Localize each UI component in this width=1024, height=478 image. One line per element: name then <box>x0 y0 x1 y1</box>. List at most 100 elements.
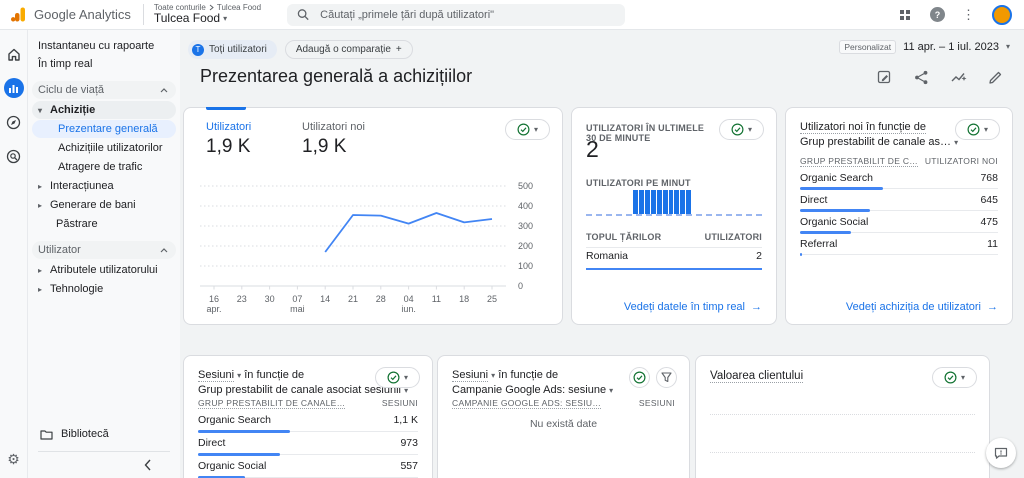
google-analytics-logo[interactable]: Google Analytics <box>0 6 131 23</box>
help-icon[interactable]: ? <box>930 7 945 22</box>
realtime-user-count: 2 <box>586 136 599 162</box>
minute-slot <box>686 190 691 214</box>
row-label: Direct <box>800 194 828 206</box>
sidebar-item-label: Păstrare <box>56 218 98 230</box>
minute-slot <box>704 190 709 214</box>
table-row[interactable]: Referral 11 <box>800 236 998 258</box>
minute-slot <box>739 190 744 214</box>
explore-icon[interactable] <box>4 112 24 132</box>
apps-grid-icon[interactable] <box>897 7 913 23</box>
sidebar-item-realtime[interactable]: În timp real <box>28 55 180 73</box>
sidebar-item-library[interactable]: Bibliotecă <box>28 424 180 444</box>
edit-icon[interactable] <box>988 70 1004 86</box>
advertising-icon[interactable] <box>4 146 24 166</box>
metric-tab-new-users[interactable]: Utilizatori noi 1,9 K <box>302 121 365 158</box>
chevron-left-icon <box>144 459 151 471</box>
row-value: 475 <box>980 216 998 228</box>
minute-slot <box>587 190 592 214</box>
sidebar-item-user-attributes[interactable]: ▸ Atributele utilizatorului <box>32 261 176 279</box>
property-selector[interactable]: Tulcea Food ▾ <box>154 12 261 25</box>
table-row[interactable]: Romania 2 <box>586 250 762 270</box>
avatar[interactable] <box>992 4 1012 25</box>
users-per-minute-chart <box>586 190 762 216</box>
account-switcher[interactable]: Toate conturile Tulcea Food Tulcea Food … <box>142 3 261 26</box>
column-header: UTILIZATORI NOI <box>924 156 998 166</box>
page-title: Prezentarea generală a achizițiilor <box>200 66 473 86</box>
title-metric[interactable]: Sesiuni ▾ în funcție de <box>452 368 613 383</box>
minute-slot <box>622 190 627 214</box>
feedback-button[interactable] <box>986 438 1016 468</box>
row-bar <box>800 253 802 256</box>
search-icon <box>297 9 309 21</box>
search-input[interactable] <box>318 7 616 22</box>
table-row[interactable]: Organic Social 557 <box>198 458 418 478</box>
data-quality-dropdown[interactable]: ▾ <box>505 119 550 140</box>
sidebar-item-traffic-acquisition[interactable]: Atragere de trafic <box>32 158 176 176</box>
minute-slot <box>692 190 697 214</box>
caret-down-icon: ▾ <box>747 124 752 134</box>
tick-month: mai <box>290 304 305 315</box>
data-quality-button[interactable] <box>629 367 650 388</box>
title-metric[interactable]: Valoarea clientului <box>710 370 804 383</box>
title-dimension[interactable]: Campanie Google Ads: sesiune ▾ <box>452 383 613 398</box>
users-per-minute-label: UTILIZATORI PE MINUT <box>586 178 691 188</box>
collapse-sidebar-button[interactable] <box>144 459 152 474</box>
sidebar-item-overview[interactable]: Prezentare generală <box>32 120 176 138</box>
data-quality-dropdown[interactable]: ▾ <box>719 119 764 140</box>
sidebar-item-monetization[interactable]: ▸ Generare de bani <box>32 196 176 214</box>
table-row[interactable]: Organic Search 768 <box>800 170 998 192</box>
title-metric[interactable]: Utilizatori noi în funcție de <box>800 121 926 134</box>
topbar-actions: ? ⋮ <box>897 4 1024 25</box>
sidebar-section-user[interactable]: Utilizator <box>32 241 176 259</box>
sidebar-item-label: Instantaneu cu rapoarte <box>38 40 155 52</box>
filter-button[interactable] <box>656 367 677 388</box>
tick-day: 07 <box>292 294 303 304</box>
table-row[interactable]: Organic Social 475 <box>800 214 998 236</box>
sidebar-item-label: Tehnologie <box>50 283 104 295</box>
search-bar[interactable] <box>287 3 626 26</box>
all-users-chip[interactable]: T Toți utilizatori <box>188 40 277 59</box>
sidebar-nav: Instantaneu cu rapoarte În timp real Cic… <box>28 30 180 478</box>
x-tick-label: 11 <box>432 294 441 304</box>
sidebar-section-lifecycle[interactable]: Ciclu de viață <box>32 81 176 99</box>
more-menu-icon[interactable]: ⋮ <box>962 8 975 21</box>
customize-report-icon[interactable] <box>877 70 893 86</box>
sidebar-item-engagement[interactable]: ▸ Interacțiunea <box>32 177 176 195</box>
metric-tab-users[interactable]: Utilizatori 1,9 K <box>206 121 251 158</box>
view-user-acquisition-link[interactable]: Vedeți achiziția de utilizatori → <box>846 301 998 313</box>
channel-table: Organic Search 1,1 K Direct 973 Organic Soci… <box>198 412 418 478</box>
caret-right-icon: ▸ <box>37 200 42 210</box>
data-quality-dropdown[interactable]: ▾ <box>375 367 420 388</box>
title-dimension[interactable]: Grup prestabilit de canale asociat sesiu… <box>198 383 408 398</box>
tick-day: 16 <box>208 294 220 304</box>
row-value: 557 <box>400 460 418 472</box>
customer-value-card: Valoarea clientului ▾ <box>695 355 990 478</box>
sidebar-item-acquisition[interactable]: ▾ Achiziție <box>32 101 176 119</box>
title-dimension[interactable]: Grup prestabilit de canale as… ▾ <box>800 135 958 150</box>
table-row[interactable]: Direct 973 <box>198 435 418 458</box>
date-range-selector[interactable]: Personalizat 11 apr. – 1 iul. 2023 ▾ <box>839 40 1010 54</box>
home-icon[interactable] <box>4 44 24 64</box>
share-icon[interactable] <box>914 70 930 86</box>
insights-icon[interactable] <box>951 70 967 86</box>
data-quality-dropdown[interactable]: ▾ <box>932 367 977 388</box>
admin-gear-icon[interactable]: ⚙ <box>7 451 20 468</box>
sidebar-item-tech[interactable]: ▸ Tehnologie <box>32 280 176 298</box>
view-realtime-link[interactable]: Vedeți datele în timp real → <box>624 301 762 313</box>
metric-label: Sesiuni <box>198 369 235 382</box>
title-connector: în funcție de <box>244 369 305 381</box>
table-row[interactable]: Organic Search 1,1 K <box>198 412 418 435</box>
sidebar-item-retention[interactable]: Păstrare <box>28 215 180 233</box>
table-row[interactable]: Direct 645 <box>800 192 998 214</box>
reports-icon[interactable] <box>3 78 24 98</box>
sidebar-item-snapshot[interactable]: Instantaneu cu rapoarte <box>28 37 180 55</box>
y-axis-labels: 500 400 300 200 100 0 <box>514 181 546 291</box>
data-quality-dropdown[interactable]: ▾ <box>955 119 1000 140</box>
top-bar: Google Analytics Toate conturile Tulcea … <box>0 0 1024 30</box>
x-tick-label: 07 mai <box>290 294 305 315</box>
x-tick-label: 30 <box>265 294 275 304</box>
active-metric-indicator <box>206 107 246 110</box>
add-comparison-chip[interactable]: Adaugă o comparație + <box>284 40 413 59</box>
sidebar-item-user-acquisition[interactable]: Achizițiile utilizatorilor <box>32 139 176 157</box>
column-header: SESIUNI <box>381 398 418 408</box>
